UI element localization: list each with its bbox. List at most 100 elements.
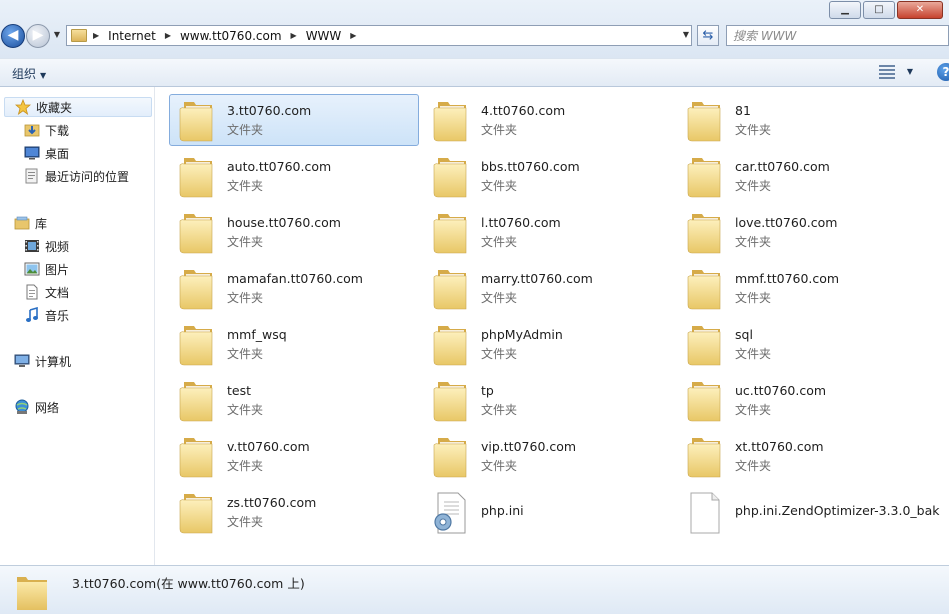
folder-item[interactable]: zs.tt0760.com 文件夹 (169, 486, 419, 538)
folder-item[interactable]: love.tt0760.com 文件夹 (677, 206, 927, 258)
folder-item[interactable]: 3.tt0760.com 文件夹 (169, 94, 419, 146)
download-folder-icon (24, 123, 40, 137)
folder-item[interactable]: bbs.tt0760.com 文件夹 (423, 150, 673, 202)
item-name: 3.tt0760.com (227, 103, 312, 118)
folder-icon (174, 211, 218, 255)
chevron-right-icon[interactable]: ▶ (350, 31, 356, 40)
folder-item[interactable]: mamafan.tt0760.com 文件夹 (169, 262, 419, 314)
breadcrumb-internet[interactable]: Internet (108, 29, 156, 43)
folder-item[interactable]: house.tt0760.com 文件夹 (169, 206, 419, 258)
item-type: 文件夹 (481, 403, 518, 417)
video-icon (24, 239, 40, 253)
sidebar-item-recent-places[interactable]: 最近访问的位置 (24, 166, 129, 186)
item-type: 文件夹 (481, 291, 518, 305)
address-field[interactable]: ▶ Internet ▶ www.tt0760.com ▶ WWW ▶ ▼ (66, 25, 692, 46)
folder-item[interactable]: l.tt0760.com 文件夹 (423, 206, 673, 258)
back-button[interactable]: ◀ (1, 24, 25, 48)
folder-item[interactable]: 81 文件夹 (677, 94, 927, 146)
chevron-right-icon[interactable]: ▶ (291, 31, 297, 40)
chevron-down-icon: ▼ (40, 71, 47, 80)
folder-item[interactable]: marry.tt0760.com 文件夹 (423, 262, 673, 314)
sidebar-item-downloads[interactable]: 下载 (24, 120, 69, 140)
sidebar-item-favorites[interactable]: 收藏夹 (4, 97, 152, 117)
folder-icon (428, 267, 472, 311)
file-item[interactable]: php.ini (423, 486, 673, 538)
maximize-button[interactable]: □ (863, 1, 895, 19)
sidebar-item-computer[interactable]: 计算机 (14, 351, 71, 371)
breadcrumb-www[interactable]: WWW (306, 29, 342, 43)
folder-item[interactable]: v.tt0760.com 文件夹 (169, 430, 419, 482)
sidebar-item-network[interactable]: 网络 (14, 397, 59, 417)
item-type: 文件夹 (735, 235, 772, 249)
item-name: mmf.tt0760.com (735, 271, 840, 286)
sidebar-item-label: 文档 (45, 285, 70, 300)
chevron-down-icon: ▼ (906, 67, 913, 76)
sidebar-item-label: 下载 (45, 123, 70, 138)
command-bar: 组织 ▼ ▼ ? (0, 58, 949, 87)
folder-icon (428, 211, 472, 255)
minimize-button[interactable]: ▁ (829, 1, 861, 19)
item-name: php.ini (481, 503, 524, 518)
recent-pages-dropdown[interactable]: ▼ (52, 29, 62, 41)
help-button[interactable]: ? (937, 63, 949, 81)
folder-item[interactable]: car.tt0760.com 文件夹 (677, 150, 927, 202)
item-name: zs.tt0760.com (227, 495, 317, 510)
item-type: 文件夹 (227, 515, 264, 529)
item-type: 文件夹 (481, 459, 518, 473)
file-item[interactable]: php.ini.ZendOptimizer-3.3.0_bak (677, 486, 940, 538)
view-options-button[interactable]: ▼ (878, 65, 913, 79)
close-button[interactable]: ✕ (897, 1, 943, 19)
file-icon (682, 491, 726, 535)
chevron-right-icon[interactable]: ▶ (165, 31, 171, 40)
sidebar-item-documents[interactable]: 文档 (24, 282, 69, 302)
folder-icon (682, 435, 726, 479)
item-name: phpMyAdmin (481, 327, 563, 342)
folder-item[interactable]: mmf_wsq 文件夹 (169, 318, 419, 370)
details-pane: 3.tt0760.com(在 www.tt0760.com 上) (0, 565, 949, 614)
refresh-button[interactable]: ⇆ (697, 25, 719, 46)
item-name: sql (735, 327, 753, 342)
folder-item[interactable]: test 文件夹 (169, 374, 419, 426)
item-type: 文件夹 (735, 179, 772, 193)
search-input[interactable] (733, 27, 933, 44)
folder-item[interactable]: tp 文件夹 (423, 374, 673, 426)
sidebar-item-pictures[interactable]: 图片 (24, 259, 69, 279)
folder-item[interactable]: uc.tt0760.com 文件夹 (677, 374, 927, 426)
sidebar-item-libraries[interactable]: 库 (14, 213, 47, 233)
folder-icon (428, 323, 472, 367)
breadcrumb-site[interactable]: www.tt0760.com (180, 29, 282, 43)
sidebar-item-label: 图片 (45, 262, 70, 277)
folder-item[interactable]: mmf.tt0760.com 文件夹 (677, 262, 927, 314)
folder-icon (428, 99, 472, 143)
item-type: 文件夹 (735, 123, 772, 137)
folder-item[interactable]: vip.tt0760.com 文件夹 (423, 430, 673, 482)
folder-item[interactable]: 4.tt0760.com 文件夹 (423, 94, 673, 146)
item-name: v.tt0760.com (227, 439, 310, 454)
sidebar-item-music[interactable]: 音乐 (24, 305, 69, 325)
item-name: xt.tt0760.com (735, 439, 824, 454)
organize-button[interactable]: 组织 ▼ (12, 65, 46, 82)
sidebar-item-label: 库 (35, 216, 48, 231)
folder-icon (174, 155, 218, 199)
item-name: php.ini.ZendOptimizer-3.3.0_bak (735, 503, 940, 518)
chevron-down-icon[interactable]: ▼ (683, 30, 689, 39)
chevron-right-icon[interactable]: ▶ (93, 31, 99, 40)
item-name: marry.tt0760.com (481, 271, 593, 286)
documents-icon (24, 284, 40, 300)
folder-item[interactable]: auto.tt0760.com 文件夹 (169, 150, 419, 202)
folder-item[interactable]: phpMyAdmin 文件夹 (423, 318, 673, 370)
item-type: 文件夹 (481, 347, 518, 361)
sidebar-item-videos[interactable]: 视频 (24, 236, 69, 256)
item-type: 文件夹 (481, 123, 518, 137)
sidebar-item-label: 音乐 (45, 308, 70, 323)
item-type: 文件夹 (735, 347, 772, 361)
sidebar-item-desktop[interactable]: 桌面 (24, 143, 69, 163)
star-icon (15, 99, 31, 115)
folder-item[interactable]: xt.tt0760.com 文件夹 (677, 430, 927, 482)
folder-icon (682, 155, 726, 199)
forward-button[interactable]: ▶ (26, 24, 50, 48)
folder-item[interactable]: sql 文件夹 (677, 318, 927, 370)
search-box[interactable] (726, 25, 949, 46)
item-name: uc.tt0760.com (735, 383, 827, 398)
item-name: love.tt0760.com (735, 215, 838, 230)
